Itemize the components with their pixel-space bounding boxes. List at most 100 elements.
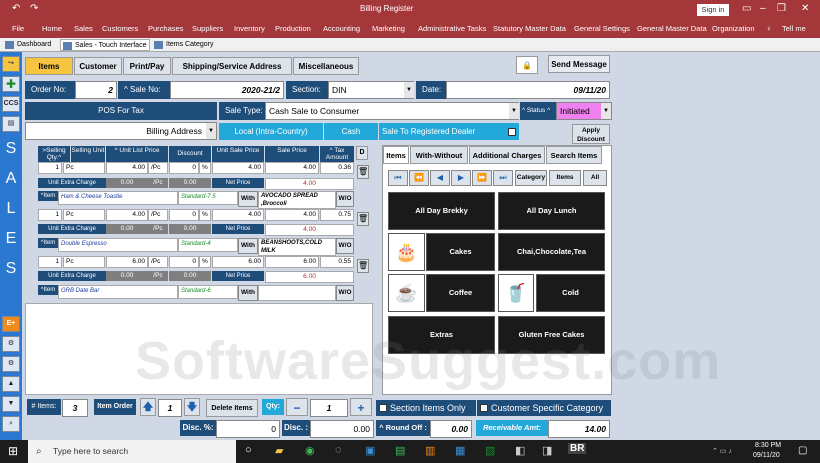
price-cell[interactable]: 4.00 — [106, 162, 148, 174]
without-button[interactable]: W/O — [336, 191, 354, 207]
unit-cell[interactable]: Pc — [63, 256, 105, 268]
menu-general-settings[interactable]: General Settings — [574, 24, 630, 33]
settings-icon[interactable]: ⚙ — [2, 356, 20, 372]
gear-icon[interactable]: ⚙ — [2, 336, 20, 352]
item-name-cell[interactable]: GRB Date Bar — [58, 285, 178, 299]
tab-shipping[interactable]: Shipping/Service Address — [172, 57, 292, 75]
chevron-down-icon[interactable]: ▼ — [601, 103, 611, 119]
trash-icon[interactable]: 🗑 — [357, 212, 369, 226]
app-icon[interactable]: ▣ — [365, 444, 375, 457]
section-items-checkbox[interactable] — [379, 404, 387, 412]
tab-dashboard[interactable]: Dashboard — [3, 39, 59, 51]
increase-qty-icon[interactable]: + — [350, 398, 372, 416]
add-icon[interactable]: ✚ — [2, 76, 20, 92]
with-button[interactable]: With — [238, 238, 258, 254]
category-all-day-lunch[interactable]: All Day Lunch — [498, 192, 605, 230]
disc-field[interactable]: 0.00 — [310, 420, 374, 438]
tab-additional-charges[interactable]: Additional Charges — [469, 146, 545, 164]
task-view-icon[interactable]: ○ — [245, 444, 252, 456]
customer-specific-category-toggle[interactable]: Customer Specific Category — [477, 400, 611, 416]
fast-forward-icon[interactable]: ⏩ — [472, 170, 492, 186]
price-cell[interactable]: 4.00 — [106, 209, 148, 221]
maximize-icon[interactable]: ❐ — [777, 3, 786, 14]
cash-button[interactable]: Cash — [324, 123, 378, 140]
scroll-up-icon[interactable]: ▲ — [2, 376, 20, 392]
notification-icon[interactable]: ▢ — [798, 445, 807, 456]
discount-cell[interactable]: 0 — [169, 256, 199, 268]
registered-dealer-checkbox[interactable] — [508, 128, 516, 136]
chevron-down-icon[interactable]: ▼ — [509, 103, 519, 119]
taskbar-search[interactable]: ⌕ Type here to search — [28, 440, 236, 463]
move-up-icon[interactable]: 🡅 — [140, 398, 156, 416]
system-tray-icons[interactable]: ⌃ ▭ ♪ — [712, 447, 732, 455]
without-button[interactable]: W/O — [336, 238, 354, 254]
folder-icon[interactable]: ↪ — [2, 56, 20, 72]
app-icon[interactable]: ▦ — [455, 444, 465, 457]
menu-customers[interactable]: Customers — [102, 24, 138, 33]
last-page-icon[interactable]: ⏭ — [493, 170, 513, 186]
order-value-field[interactable]: 1 — [158, 399, 182, 417]
with-cell[interactable]: BEANSHOOTS,COLD MILK — [258, 238, 336, 256]
app-icon[interactable]: ◨ — [542, 444, 552, 457]
extra-discount-cell[interactable]: 0.00 — [169, 271, 211, 281]
date-field[interactable]: 09/11/20 — [446, 81, 610, 99]
billing-app-icon[interactable]: BR — [568, 443, 587, 454]
next-icon[interactable]: ▶ — [451, 170, 471, 186]
local-intra-country-button[interactable]: Local (Intra-Country) — [219, 123, 323, 140]
unit-sale-price-cell[interactable]: 4.00 — [212, 209, 264, 221]
chevron-down-icon[interactable]: ▼ — [206, 123, 216, 139]
fast-back-icon[interactable]: ⏪ — [409, 170, 429, 186]
menu-sales[interactable]: Sales — [74, 24, 93, 33]
discount-cell[interactable]: 0 — [169, 209, 199, 221]
first-page-icon[interactable]: ⏮ — [388, 170, 408, 186]
billing-address-select[interactable]: Billing Address — [25, 122, 217, 140]
minimize-icon[interactable]: – — [760, 3, 766, 14]
decrease-qty-icon[interactable]: − — [286, 398, 308, 416]
menu-marketing[interactable]: Marketing — [372, 24, 405, 33]
redo-icon[interactable]: ↷ — [30, 3, 38, 14]
sale-no-field[interactable]: 2020-21/2 — [170, 81, 284, 99]
category-coffee[interactable]: Coffee — [426, 274, 495, 312]
unit-sale-price-cell[interactable]: 6.00 — [212, 256, 264, 268]
price-cell[interactable]: 6.00 — [106, 256, 148, 268]
customer-category-checkbox[interactable] — [480, 404, 488, 412]
menu-home[interactable]: Home — [42, 24, 62, 33]
category-cold[interactable]: Cold — [536, 274, 605, 312]
close-icon[interactable]: ✕ — [801, 3, 809, 14]
menu-statutory-master-data[interactable]: Statutory Master Data — [493, 24, 566, 33]
sale-price-cell[interactable]: 6.00 — [265, 256, 319, 268]
with-cell[interactable] — [258, 285, 336, 301]
menu-general-master-data[interactable]: General Master Data — [637, 24, 707, 33]
app-icon[interactable]: ◧ — [515, 444, 525, 457]
section-select[interactable]: DIN — [328, 81, 414, 99]
prev-icon[interactable]: ◀ — [430, 170, 450, 186]
ribbon-options-icon[interactable]: ▭ — [742, 3, 751, 14]
all-button[interactable]: All — [583, 170, 607, 186]
menu-inventory[interactable]: Inventory — [234, 24, 265, 33]
qty-cell[interactable]: 1 — [38, 209, 62, 221]
chrome-icon[interactable]: ◉ — [305, 444, 315, 457]
with-button[interactable]: With — [238, 285, 258, 301]
tab-items-right[interactable]: Items — [383, 146, 409, 164]
disc-pct-field[interactable]: 0 — [216, 420, 280, 438]
registered-dealer-toggle[interactable]: Sale To Registered Dealer — [379, 123, 519, 140]
extra-discount-cell[interactable]: 0.00 — [169, 178, 211, 188]
with-cell[interactable]: AVOCADO SPREAD ,Broccoli — [258, 191, 336, 209]
qty-cell[interactable]: 1 — [38, 256, 62, 268]
tab-sales-touch-interface[interactable]: Sales - Touch Interface — [60, 39, 150, 51]
tab-items-category[interactable]: Items Category — [152, 39, 218, 51]
unit-sale-price-cell[interactable]: 4.00 — [212, 162, 264, 174]
trash-icon[interactable]: 🗑 — [357, 259, 369, 273]
scroll-down-icon[interactable]: ▼ — [2, 396, 20, 412]
discount-cell[interactable]: 0 — [169, 162, 199, 174]
menu-administrative-tasks[interactable]: Administrative Tasks — [418, 24, 486, 33]
tab-miscellaneous[interactable]: Miscellaneous — [293, 57, 359, 75]
tab-items[interactable]: Items — [25, 57, 73, 75]
lock-icon[interactable]: 🔒 — [516, 56, 538, 74]
eplus-button[interactable]: E+ — [2, 316, 20, 332]
d-button[interactable]: D — [356, 146, 368, 160]
delete-items-button[interactable]: Delete Items — [206, 399, 258, 417]
without-button[interactable]: W/O — [336, 285, 354, 301]
tab-customer[interactable]: Customer — [74, 57, 122, 75]
undo-icon[interactable]: ↶ — [12, 3, 20, 14]
